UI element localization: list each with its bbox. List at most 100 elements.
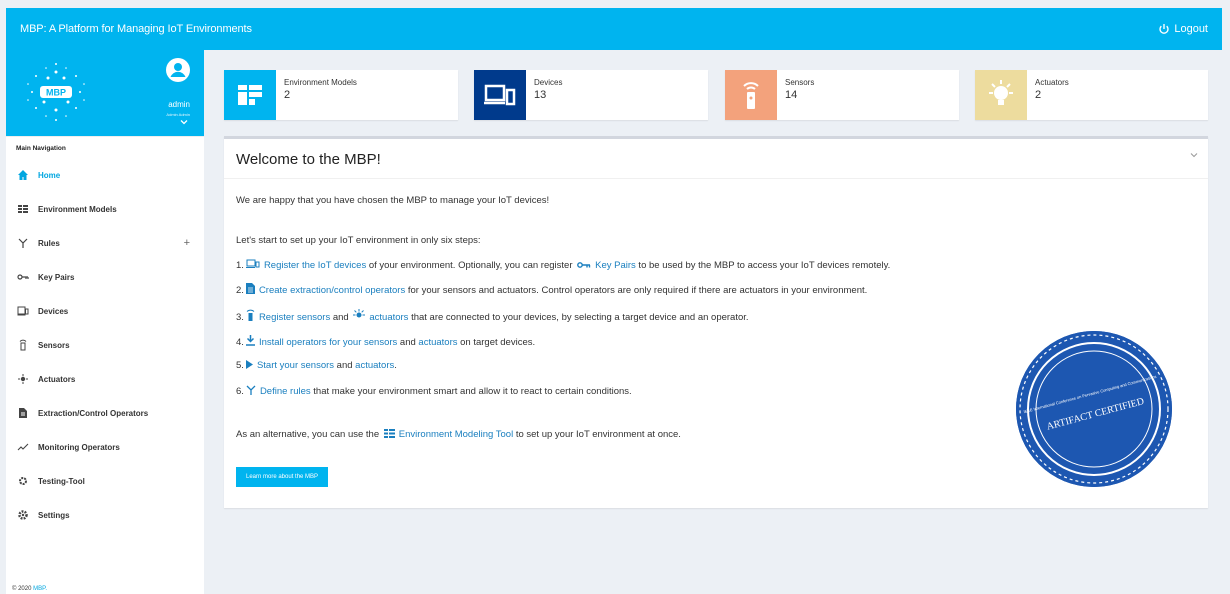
actuator-icon [16,372,30,386]
alternative-text: As an alternative, you can use the Envir… [236,429,681,440]
grid-icon [224,70,276,120]
top-navbar: MBP: A Platform for Managing IoT Environ… [6,8,1222,50]
footer: © 2020 MBP. [12,586,47,592]
start-sensors-link[interactable]: Start your sensors [257,360,334,371]
step-number: 1. [236,260,244,271]
step-text: on target devices. [457,337,536,348]
sidebar-item-label: Testing-Tool [38,476,85,486]
step-5: 5. Start your sensors and actuators. [236,360,397,371]
stat-devices[interactable]: Devices 13 [474,70,708,120]
stat-environment-models[interactable]: Environment Models 2 [224,70,458,120]
install-operators-link[interactable]: Install operators for your sensors [259,337,397,348]
sidebar-item-rules[interactable]: Rules + [6,226,204,260]
logout-button[interactable]: Logout [1158,23,1208,35]
step-text: and [397,337,419,348]
sidebar-item-key-pairs[interactable]: Key Pairs [6,260,204,294]
stat-label: Environment Models [284,78,357,87]
stat-actuators[interactable]: Actuators 2 [975,70,1208,120]
sidebar-item-monitoring-operators[interactable]: Monitoring Operators [6,430,204,464]
stat-label: Sensors [785,78,815,87]
app-title[interactable]: MBP: A Platform for Managing IoT Environ… [20,23,252,35]
sensor-icon [16,338,30,352]
mbp-logo: MBP [27,63,85,121]
welcome-title: Welcome to the MBP! [224,139,1208,179]
step-number: 5. [236,360,244,371]
sidebar-item-label: Extraction/Control Operators [38,408,149,418]
sidebar-item-label: Home [38,170,61,180]
chart-line-icon [16,440,30,454]
nav-header: Main Navigation [6,136,204,158]
grid-icon [16,202,30,216]
grid-icon [383,429,395,438]
footer-copyright: © 2020 [12,586,32,592]
user-name: admin [168,100,190,109]
sidebar-item-label: Environment Models [38,204,117,214]
sensor-icon [725,70,777,120]
sidebar-item-label: Actuators [38,374,76,384]
actuators-link[interactable]: actuators [369,312,408,323]
sidebar-item-environment-models[interactable]: Environment Models [6,192,204,226]
actuator-icon [975,70,1027,120]
welcome-start: Let's start to set up your IoT environme… [236,235,481,246]
chevron-down-icon[interactable] [180,118,188,126]
step-number: 6. [236,386,244,397]
sidebar-item-settings[interactable]: Settings [6,498,204,532]
logout-label: Logout [1174,23,1208,35]
step-2: 2. Create extraction/control operators fo… [236,283,867,296]
key-pairs-link[interactable]: Key Pairs [595,260,636,271]
sidebar-item-actuators[interactable]: Actuators [6,362,204,396]
key-icon [16,270,30,284]
alt-prefix: As an alternative, you can use the [236,429,382,440]
download-icon [245,335,255,346]
rules-icon [246,385,256,395]
sidebar-item-label: Rules [38,238,60,248]
devices-icon [474,70,526,120]
key-icon [577,262,591,268]
step-text: to be used by the MBP to access your IoT… [635,260,891,271]
stat-label: Actuators [1035,78,1069,87]
user-role: Admin Admin [166,112,190,117]
stat-value: 2 [284,89,291,101]
step-6: 6. Define rules that make your environmen… [236,385,632,397]
actuators-link[interactable]: actuators [418,337,457,348]
step-4: 4. Install operators for your sensors and… [236,335,535,348]
cogs-icon [16,474,30,488]
step-number: 4. [236,337,244,348]
step-number: 2. [236,285,244,296]
sidebar-item-devices[interactable]: Devices [6,294,204,328]
devices-icon [245,259,260,268]
step-text: and [330,312,352,323]
file-icon [16,406,30,420]
stat-value: 14 [785,89,798,101]
home-icon [16,168,30,182]
sidebar-item-operators[interactable]: Extraction/Control Operators [6,396,204,430]
create-operators-link[interactable]: Create extraction/control operators [259,285,405,296]
modeling-tool-link[interactable]: Environment Modeling Tool [399,429,513,440]
footer-link[interactable]: MBP. [33,586,47,592]
sidebar-item-label: Settings [38,510,70,520]
step-text: that make your environment smart and all… [310,386,632,397]
register-sensors-link[interactable]: Register sensors [259,312,330,323]
sidebar-item-home[interactable]: Home [6,158,204,192]
stat-label: Devices [534,78,563,87]
sidebar-item-sensors[interactable]: Sensors [6,328,204,362]
sensor-icon [246,309,255,321]
chevron-down-icon[interactable] [1190,151,1198,159]
sidebar-item-label: Devices [38,306,69,316]
learn-more-button[interactable]: Learn more about the MBP [236,467,329,487]
sidebar-item-testing-tool[interactable]: Testing-Tool [6,464,204,498]
define-rules-link[interactable]: Define rules [260,386,311,397]
devices-icon [16,304,30,318]
stat-sensors[interactable]: Sensors 14 [725,70,959,120]
sidebar: MBP admin Admin Admin Main Navigation Ho… [6,50,204,594]
actuators-link[interactable]: actuators [355,360,394,371]
sidebar-item-label: Sensors [38,340,70,350]
expand-icon[interactable]: + [184,237,190,249]
step-text: and [334,360,356,371]
step-text: for your sensors and actuators. Control … [405,285,868,296]
user-panel: MBP admin Admin Admin [6,50,204,136]
register-devices-link[interactable]: Register the IoT devices [264,260,366,271]
user-avatar-icon[interactable] [166,58,190,82]
gear-icon [16,508,30,522]
sidebar-item-label: Monitoring Operators [38,442,120,452]
